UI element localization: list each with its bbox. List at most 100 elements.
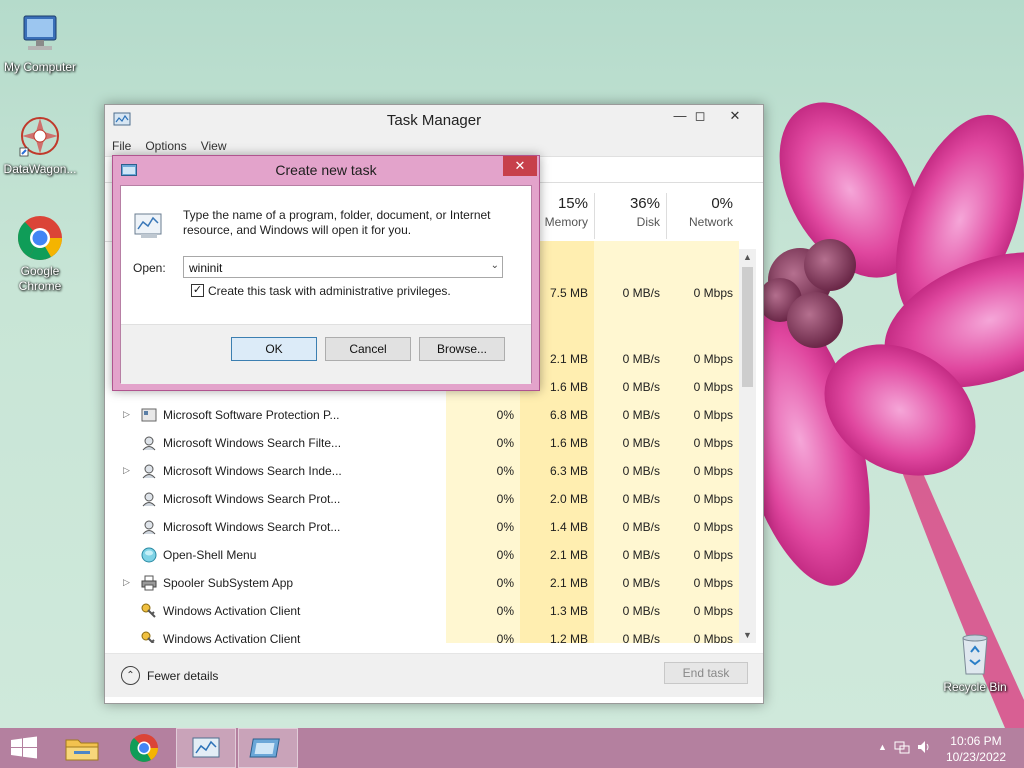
datawagon-icon	[16, 112, 64, 160]
taskbar-run-dialog[interactable]	[238, 728, 298, 768]
dialog-close-button[interactable]: ✕	[503, 156, 537, 176]
network-label: Network	[688, 215, 733, 229]
dialog-button-bar: OK Cancel Browse...	[121, 324, 531, 384]
desktop-icon-label: DataWagon...	[3, 162, 77, 176]
memory-cell: 1.4 MB	[549, 520, 588, 534]
network-cell: 0 Mbps	[693, 464, 733, 478]
process-name: Microsoft Software Protection P...	[163, 408, 340, 422]
dialog-description: Type the name of a program, folder, docu…	[183, 208, 491, 237]
expand-arrow-icon[interactable]: ▷	[123, 465, 130, 476]
desktop-icon-recycle-bin[interactable]: Recycle Bin	[935, 630, 1015, 695]
checkbox-checked-icon[interactable]: ✓	[191, 284, 204, 297]
memory-cell: 2.0 MB	[549, 492, 588, 506]
disk-percent: 36%	[629, 195, 660, 212]
network-cell: 0 Mbps	[693, 380, 733, 394]
computer-icon	[16, 10, 64, 58]
run-program-icon	[133, 210, 165, 242]
scrollbar-thumb[interactable]	[742, 267, 753, 387]
folder-icon	[65, 739, 99, 761]
chevron-down-icon[interactable]: ⌄	[491, 260, 499, 271]
network-percent: 0%	[711, 195, 733, 212]
disk-cell: 0 MB/s	[622, 436, 660, 450]
memory-cell: 6.3 MB	[549, 464, 588, 478]
process-name: Windows Activation Client	[163, 632, 301, 643]
scroll-down-icon[interactable]: ▼	[739, 627, 756, 643]
table-row[interactable]: Open-Shell Menu 0% 2.1 MB 0 MB/s 0 Mbps	[105, 541, 739, 569]
expand-arrow-icon[interactable]: ▷	[123, 409, 130, 420]
browse-button[interactable]: Browse...	[419, 337, 505, 361]
search-process-icon	[141, 519, 157, 535]
disk-cell: 0 MB/s	[622, 632, 660, 643]
network-cell: 0 Mbps	[693, 632, 733, 643]
process-name: Microsoft Windows Search Prot...	[163, 492, 341, 506]
table-row[interactable]: Microsoft Windows Search Prot... 0% 1.4 …	[105, 513, 739, 541]
dialog-content: Type the name of a program, folder, docu…	[120, 185, 532, 384]
volume-icon[interactable]	[916, 739, 932, 758]
process-name: Microsoft Windows Search Prot...	[163, 520, 341, 534]
start-button[interactable]	[0, 728, 48, 768]
network-cell: 0 Mbps	[693, 576, 733, 590]
end-task-button[interactable]: End task	[664, 662, 748, 684]
create-new-task-dialog: Create new task ✕ Type the name of a pro…	[112, 155, 540, 391]
clock-time: 10:06 PM	[950, 734, 1002, 748]
network-cell: 0 Mbps	[693, 492, 733, 506]
desktop-icon-my-computer[interactable]: My Computer	[0, 10, 80, 75]
taskbar-task-manager[interactable]	[176, 728, 236, 768]
process-name: Windows Activation Client	[163, 604, 301, 618]
process-name: Spooler SubSystem App	[163, 576, 294, 590]
desktop-icon-label: My Computer	[3, 60, 77, 74]
network-cell: 0 Mbps	[693, 604, 733, 618]
cancel-button[interactable]: Cancel	[325, 337, 411, 361]
menu-options[interactable]: Options	[138, 135, 193, 153]
disk-cell: 0 MB/s	[622, 548, 660, 562]
scroll-up-icon[interactable]: ▲	[739, 249, 756, 265]
table-row[interactable]: ▷ Microsoft Windows Search Inde... 0% 6.…	[105, 457, 739, 485]
chrome-icon	[16, 214, 64, 262]
desktop-icon-google-chrome[interactable]: Google Chrome	[0, 214, 80, 294]
open-input[interactable]: wininit	[189, 261, 222, 275]
cpu-cell: 0%	[496, 464, 514, 478]
table-row[interactable]: Windows Activation Client 0% 1.3 MB 0 MB…	[105, 597, 739, 625]
table-row[interactable]: Windows Activation Client 0% 1.2 MB 0 MB…	[105, 625, 739, 643]
disk-cell: 0 MB/s	[622, 408, 660, 422]
memory-cell: 1.2 MB	[549, 632, 588, 643]
service-icon	[141, 407, 157, 423]
table-row[interactable]: ▷ Microsoft Software Protection P... 0% …	[105, 401, 739, 429]
maximize-button[interactable]: ◻	[685, 105, 715, 127]
column-header-network[interactable]: 0% Network	[666, 195, 733, 239]
printer-icon	[141, 575, 157, 591]
table-row[interactable]: ▷ Spooler SubSystem App 0% 2.1 MB 0 MB/s…	[105, 569, 739, 597]
open-combobox[interactable]: wininit ⌄	[183, 256, 503, 278]
disk-cell: 0 MB/s	[622, 576, 660, 590]
table-row[interactable]: Microsoft Windows Search Filte... 0% 1.6…	[105, 429, 739, 457]
clock[interactable]: 10:06 PM 10/23/2022	[946, 733, 1006, 765]
vertical-scrollbar[interactable]: ▲ ▼	[739, 249, 756, 643]
memory-cell: 1.6 MB	[549, 436, 588, 450]
search-process-icon	[141, 435, 157, 451]
network-icon[interactable]	[894, 739, 910, 758]
chrome-icon	[130, 734, 158, 762]
disk-cell: 0 MB/s	[622, 492, 660, 506]
ok-button[interactable]: OK	[231, 337, 317, 361]
memory-cell: 6.8 MB	[549, 408, 588, 422]
run-dialog-icon	[249, 738, 280, 758]
menu-view[interactable]: View	[194, 135, 234, 153]
expand-arrow-icon[interactable]: ▷	[123, 577, 130, 588]
desktop-icon-datawagon[interactable]: DataWagon...	[0, 112, 80, 177]
activation-icon	[141, 603, 157, 619]
network-cell: 0 Mbps	[693, 548, 733, 562]
menu-file[interactable]: File	[105, 135, 138, 153]
show-hidden-icons-icon[interactable]: ▲	[878, 742, 887, 752]
dialog-title[interactable]: Create new task	[113, 162, 539, 178]
memory-cell: 2.1 MB	[549, 576, 588, 590]
taskbar-file-explorer[interactable]	[52, 728, 112, 768]
open-shell-icon	[141, 547, 157, 563]
column-header-disk[interactable]: 36% Disk	[594, 195, 660, 239]
open-label: Open:	[133, 261, 166, 275]
network-cell: 0 Mbps	[693, 352, 733, 366]
taskbar-chrome[interactable]	[114, 728, 174, 768]
system-tray: ▲ 10:06 PM 10/23/2022	[864, 728, 1024, 768]
close-button[interactable]: ✕	[713, 105, 757, 127]
table-row[interactable]: Microsoft Windows Search Prot... 0% 2.0 …	[105, 485, 739, 513]
task-manager-titlebar[interactable]: Task Manager — ◻ ✕	[105, 105, 763, 135]
